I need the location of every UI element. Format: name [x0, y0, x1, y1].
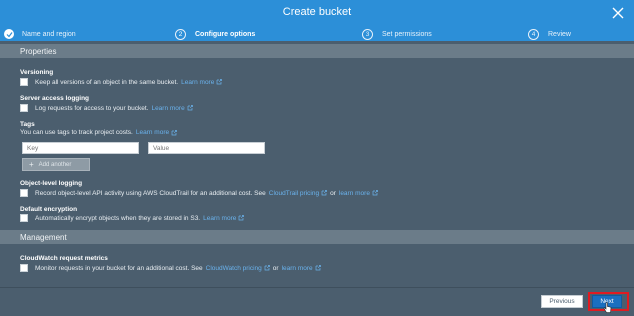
versioning-text: Keep all versions of an object in the sa… — [35, 78, 179, 86]
external-link-icon — [372, 190, 378, 196]
encryption-text: Automatically encrypt objects when they … — [35, 214, 201, 222]
cloudwatch-pricing-link[interactable]: CloudWatch pricing — [206, 265, 262, 272]
step-label: Configure options — [195, 30, 256, 38]
tags-text: You can use tags to track project costs. — [20, 129, 133, 136]
cloudwatch-label: CloudWatch request metrics — [20, 255, 108, 262]
hand-cursor-icon — [603, 302, 612, 313]
encryption-checkbox[interactable] — [20, 214, 28, 222]
access-logging-option: Log requests for access to your bucket. … — [20, 104, 193, 112]
external-link-icon — [264, 265, 270, 271]
object-logging-label: Object-level logging — [20, 180, 83, 187]
external-link-icon — [187, 105, 193, 111]
step-label: Review — [548, 30, 571, 38]
section-title: Management — [20, 233, 67, 242]
object-logging-text: Record object-level API activity using A… — [35, 189, 266, 197]
add-another-label: Add another — [38, 161, 72, 168]
step-configure-options[interactable]: 2 Configure options — [175, 28, 255, 40]
access-logging-checkbox[interactable] — [20, 104, 28, 112]
close-icon[interactable] — [611, 6, 625, 20]
step-review[interactable]: 4 Review — [528, 28, 571, 40]
cloudwatch-option: Monitor requests in your bucket for an a… — [20, 264, 321, 272]
previous-button[interactable]: Previous — [541, 295, 583, 308]
object-logging-checkbox[interactable] — [20, 189, 28, 197]
versioning-checkbox[interactable] — [20, 78, 28, 86]
footer-divider — [0, 287, 634, 288]
plus-icon: + — [29, 160, 34, 169]
or-text: or — [330, 189, 336, 197]
or-text: or — [272, 264, 279, 272]
cloudtrail-pricing-link[interactable]: CloudTrail pricing — [269, 190, 319, 197]
tag-key-input[interactable] — [22, 142, 139, 154]
cloudwatch-text: Monitor requests in your bucket for an a… — [35, 264, 203, 272]
tags-label: Tags — [20, 121, 35, 128]
step-set-permissions[interactable]: 3 Set permissions — [362, 28, 432, 40]
encryption-option: Automatically encrypt objects when they … — [20, 214, 245, 222]
management-section-header: Management — [0, 230, 634, 244]
step-label: Set permissions — [382, 30, 432, 38]
access-logging-label: Server access logging — [20, 95, 90, 102]
external-link-icon — [171, 129, 177, 135]
versioning-learn-more-link[interactable]: Learn more — [181, 79, 214, 86]
encryption-learn-more-link[interactable]: Learn more — [203, 215, 236, 222]
step-number: 2 — [175, 28, 186, 40]
step-name-and-region[interactable]: Name and region — [4, 28, 76, 40]
external-link-icon — [216, 79, 223, 85]
dialog-header: Create bucket — [0, 0, 634, 27]
external-link-icon — [315, 265, 321, 271]
check-icon — [4, 29, 14, 39]
step-label: Name and region — [22, 30, 76, 38]
external-link-icon — [239, 215, 245, 221]
section-title: Properties — [20, 47, 57, 56]
cloudwatch-checkbox[interactable] — [20, 264, 28, 272]
encryption-label: Default encryption — [20, 206, 78, 213]
step-number: 3 — [362, 28, 373, 40]
tag-value-input[interactable] — [148, 142, 265, 154]
versioning-option: Keep all versions of an object in the sa… — [20, 78, 223, 86]
object-logging-learn-more-link[interactable]: learn more — [339, 190, 370, 197]
access-logging-learn-more-link[interactable]: Learn more — [151, 105, 184, 112]
external-link-icon — [321, 190, 327, 196]
wizard-steps: Name and region 2 Configure options 3 Se… — [0, 27, 634, 41]
dialog-title: Create bucket — [282, 6, 352, 18]
add-another-tag-button[interactable]: + Add another — [22, 158, 90, 171]
object-logging-option: Record object-level API activity using A… — [20, 189, 378, 197]
properties-section-header: Properties — [0, 44, 634, 58]
tags-learn-more-link[interactable]: Learn more — [136, 129, 169, 136]
cloudwatch-learn-more-link[interactable]: learn more — [282, 265, 313, 272]
tags-description: You can use tags to track project costs.… — [20, 129, 177, 136]
create-bucket-dialog: Create bucket Name and region 2 Configur… — [0, 0, 634, 316]
access-logging-text: Log requests for access to your bucket. — [35, 104, 149, 112]
versioning-label: Versioning — [20, 69, 54, 76]
step-number: 4 — [528, 28, 539, 40]
